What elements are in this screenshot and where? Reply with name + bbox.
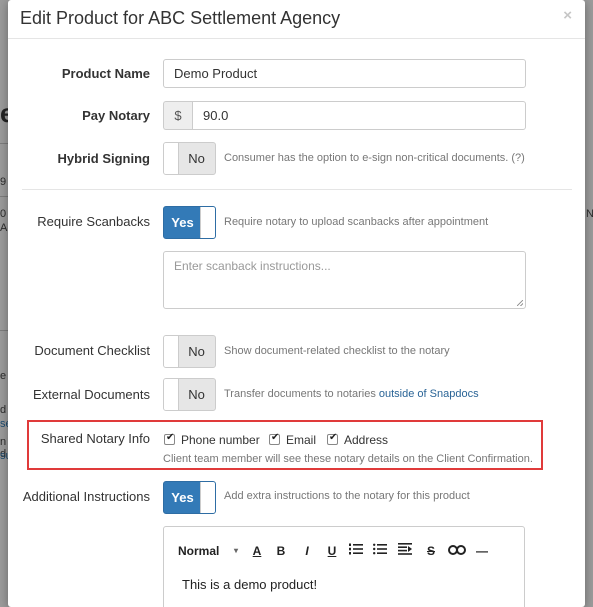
phone-number-checkbox[interactable] <box>164 432 175 445</box>
link-icon[interactable] <box>446 541 468 561</box>
rich-text-editor[interactable]: Normal ▾ A B I U S — This is a demo prod… <box>163 526 525 607</box>
phone-number-label: Phone number <box>181 433 260 447</box>
require-scanbacks-toggle[interactable]: Yes <box>163 206 216 239</box>
shared-notary-info-help: Client team member will see these notary… <box>163 453 533 465</box>
email-checkbox[interactable] <box>269 432 280 445</box>
modal-header: Edit Product for ABC Settlement Agency × <box>8 0 585 39</box>
resize-grip-icon[interactable] <box>517 300 523 306</box>
document-checklist-label: Document Checklist <box>34 343 150 358</box>
hybrid-signing-toggle[interactable]: No <box>163 142 216 175</box>
external-documents-label: External Documents <box>32 387 150 402</box>
product-name-label: Product Name <box>61 66 150 81</box>
background-text: A <box>0 222 8 234</box>
toggle-knob <box>164 336 179 367</box>
underline-icon[interactable]: U <box>323 541 341 561</box>
product-name-input[interactable]: Demo Product <box>163 59 526 88</box>
background-text: 9 <box>0 176 7 188</box>
italic-icon[interactable]: I <box>298 541 316 561</box>
hybrid-signing-help: Consumer has the option to e-sign non-cr… <box>224 152 525 164</box>
textarea-placeholder: Enter scanback instructions... <box>174 259 331 273</box>
additional-instructions-toggle[interactable]: Yes <box>163 481 216 514</box>
font-color-icon[interactable]: A <box>248 541 266 561</box>
pay-notary-input[interactable]: 90.0 <box>192 101 526 130</box>
require-scanbacks-help: Require notary to upload scanbacks after… <box>224 216 489 228</box>
email-label: Email <box>286 433 317 447</box>
additional-instructions-label: Additional Instructions <box>22 489 150 504</box>
toggle-knob <box>200 207 215 238</box>
document-checklist-help: Show document-related checklist to the n… <box>224 345 450 357</box>
external-documents-toggle[interactable]: No <box>163 378 216 411</box>
background-text: se <box>0 418 8 430</box>
toggle-value: Yes <box>171 490 194 505</box>
toggle-knob <box>164 379 179 410</box>
require-scanbacks-label: Require Scanbacks <box>37 214 150 229</box>
horizontal-rule-icon[interactable]: — <box>473 541 491 561</box>
background-divider <box>0 196 8 197</box>
toggle-value: Yes <box>171 215 194 230</box>
chevron-down-icon: ▾ <box>234 546 239 555</box>
indent-icon[interactable] <box>396 541 414 561</box>
background-text: n <box>0 436 7 448</box>
link-svg <box>448 545 466 555</box>
modal-title: Edit Product for ABC Settlement Agency <box>20 8 341 28</box>
background-text: d <box>0 404 7 416</box>
toggle-knob <box>164 143 179 174</box>
background-text: e <box>0 370 7 382</box>
editor-content[interactable]: This is a demo product! <box>182 577 317 592</box>
pay-notary-label: Pay Notary <box>82 108 150 123</box>
format-select[interactable]: Normal ▾ <box>178 541 242 561</box>
edit-product-modal: Edit Product for ABC Settlement Agency ×… <box>8 0 585 607</box>
format-select-value: Normal <box>178 544 220 558</box>
close-icon[interactable]: × <box>563 7 572 24</box>
background-divider <box>0 143 8 144</box>
toggle-value: No <box>188 344 205 359</box>
address-checkbox[interactable] <box>327 432 338 445</box>
background-text: su <box>0 450 8 462</box>
additional-instructions-help: Add extra instructions to the notary for… <box>224 490 470 502</box>
scanback-instructions-textarea[interactable]: Enter scanback instructions... <box>163 251 526 309</box>
document-checklist-toggle[interactable]: No <box>163 335 216 368</box>
external-documents-help: Transfer documents to notaries outside o… <box>224 388 479 400</box>
snapdocs-link[interactable]: outside of Snapdocs <box>379 388 479 400</box>
toggle-value: No <box>188 387 205 402</box>
toggle-knob <box>200 482 215 513</box>
hybrid-signing-label: Hybrid Signing <box>57 151 150 166</box>
background-text: N <box>586 208 593 220</box>
strikethrough-icon[interactable]: S <box>422 541 440 561</box>
ordered-list-svg <box>349 543 363 555</box>
ordered-list-icon[interactable] <box>347 541 365 561</box>
bullet-list-icon[interactable] <box>371 541 389 561</box>
bold-icon[interactable]: B <box>272 541 290 561</box>
shared-notary-info-label: Shared Notary Info <box>40 431 150 446</box>
address-label: Address <box>344 433 389 447</box>
section-divider <box>22 189 572 190</box>
currency-addon: $ <box>163 101 192 130</box>
background-divider <box>0 330 8 331</box>
bullet-list-svg <box>373 543 387 555</box>
toggle-value: No <box>188 151 205 166</box>
background-text: 0 <box>0 208 7 220</box>
indent-svg <box>398 543 412 555</box>
help-text: Transfer documents to notaries <box>224 388 379 400</box>
